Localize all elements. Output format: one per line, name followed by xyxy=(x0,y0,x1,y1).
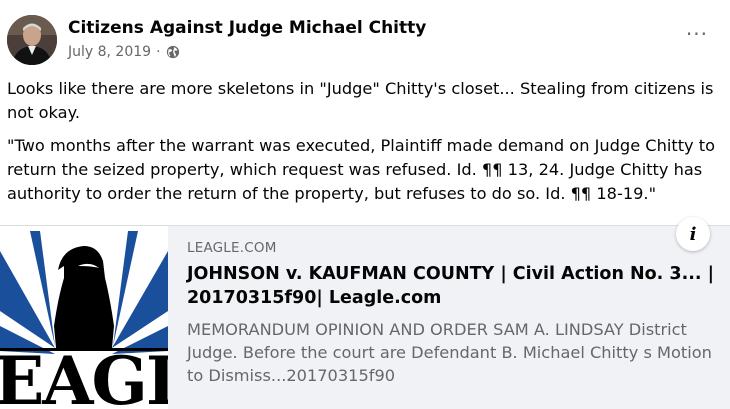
post-date-link[interactable]: July 8, 2019 xyxy=(68,44,151,60)
info-icon: i xyxy=(689,223,697,245)
page-avatar[interactable] xyxy=(7,15,57,65)
info-button[interactable]: i xyxy=(676,217,710,251)
globe-icon[interactable] xyxy=(166,45,180,59)
link-domain: LEAGLE.COM xyxy=(187,240,277,256)
post-meta: July 8, 2019 · xyxy=(68,44,180,60)
leagle-logo-image: EAGL xyxy=(0,226,168,409)
link-thumbnail[interactable]: EAGL xyxy=(0,226,168,409)
link-title[interactable]: JOHNSON v. KAUFMAN COUNTY | Civil Action… xyxy=(187,262,717,310)
page-name-link[interactable]: Citizens Against Judge Michael Chitty xyxy=(68,18,426,38)
post-text-paragraph-2: "Two months after the warrant was execut… xyxy=(7,136,716,203)
post-text-paragraph-1: Looks like there are more skeletons in "… xyxy=(7,79,714,122)
link-preview-card[interactable]: EAGL LEAGLE.COM JOHNSON v. KAUFMAN COUNT… xyxy=(0,217,730,409)
link-description: MEMORANDUM OPINION AND ORDER SAM A. LIND… xyxy=(187,320,712,385)
facebook-post: Citizens Against Judge Michael Chitty Ju… xyxy=(0,0,730,409)
meta-separator: · xyxy=(156,44,161,60)
logo-text: EAGL xyxy=(0,342,168,409)
avatar-image xyxy=(7,15,57,65)
more-options-icon[interactable]: ··· xyxy=(686,24,708,44)
